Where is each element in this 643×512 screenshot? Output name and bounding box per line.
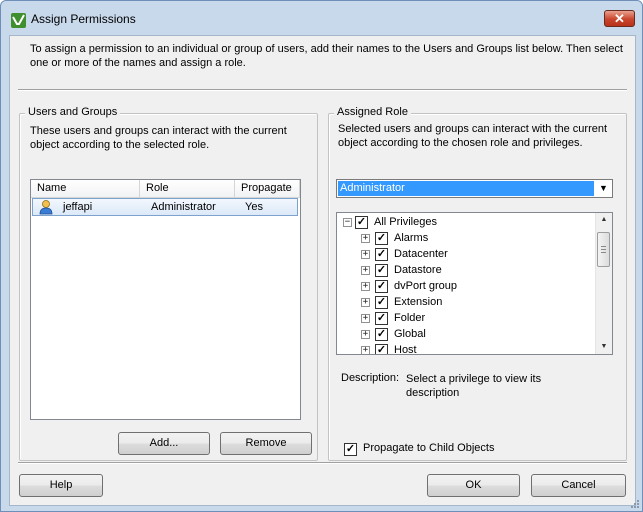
expand-icon[interactable]: + [361, 313, 370, 323]
close-button[interactable]: ✕ [604, 10, 635, 27]
assign-permissions-dialog: Assign Permissions ✕ To assign a permiss… [0, 0, 643, 512]
resize-grip-icon[interactable] [630, 499, 640, 509]
tree-node-all-privileges[interactable]: − ✓ All Privileges [343, 214, 437, 230]
row-name: jeffapi [63, 201, 93, 213]
tree-node-label: All Privileges [374, 216, 437, 228]
tree-node-label: Alarms [394, 232, 429, 244]
divider [18, 462, 627, 464]
users-groups-group: Users and Groups These users and groups … [19, 106, 318, 461]
propagate-checkbox[interactable]: ✓ [344, 443, 357, 456]
scroll-up-icon[interactable]: ▲ [596, 213, 612, 227]
description-text: Select a privilege to view its descripti… [406, 373, 542, 399]
tree-node-datacenter[interactable]: + ✓ Datacenter [361, 246, 448, 262]
privilege-checkbox[interactable]: ✓ [375, 247, 388, 261]
column-header-name[interactable]: Name [31, 180, 140, 197]
cancel-button[interactable]: Cancel [531, 474, 626, 497]
all-privileges-checkbox[interactable]: ✓ [355, 215, 368, 229]
column-header-propagate[interactable]: Propagate [235, 180, 300, 197]
tree-node-label: Host [394, 344, 417, 355]
expand-icon[interactable]: + [361, 233, 370, 243]
tree-node-datastore[interactable]: + ✓ Datastore [361, 262, 442, 278]
row-propagate: Yes [245, 201, 263, 213]
window-title: Assign Permissions [31, 12, 136, 26]
role-select-value: Administrator [338, 181, 594, 196]
expand-icon[interactable]: + [361, 345, 370, 354]
tree-node-label: Folder [394, 312, 426, 324]
assigned-role-legend: Assigned Role [334, 106, 411, 118]
tree-node-dvport-group[interactable]: + ✓ dvPort group [361, 278, 457, 294]
tree-node-alarms[interactable]: + ✓ Alarms [361, 230, 428, 246]
scroll-thumb[interactable] [597, 232, 610, 267]
propagate-label[interactable]: Propagate to Child Objects [363, 442, 494, 454]
vsphere-app-icon [11, 13, 26, 28]
privileges-tree[interactable]: − ✓ All Privileges + ✓ Alarms + ✓ Datacenter… [336, 212, 613, 355]
users-groups-legend: Users and Groups [25, 106, 121, 118]
row-role: Administrator [151, 201, 216, 213]
users-groups-list[interactable]: Name Role Propagate jeffapi Administrato… [30, 179, 301, 420]
expand-icon[interactable]: + [361, 265, 370, 275]
tree-node-extension[interactable]: + ✓ Extension [361, 294, 442, 310]
chevron-down-icon[interactable]: ▼ [596, 181, 611, 196]
intro-text: To assign a permission to an individual … [30, 43, 623, 69]
help-button[interactable]: Help [19, 474, 103, 497]
collapse-icon[interactable]: − [343, 217, 352, 227]
privilege-checkbox[interactable]: ✓ [375, 343, 388, 354]
remove-button[interactable]: Remove [220, 432, 312, 455]
privilege-checkbox[interactable]: ✓ [375, 231, 388, 245]
grip-line [601, 252, 606, 253]
privilege-checkbox[interactable]: ✓ [375, 263, 388, 277]
tree-node-label: Datacenter [394, 248, 448, 260]
assigned-role-group: Assigned Role Selected users and groups … [328, 106, 627, 461]
tree-node-folder[interactable]: + ✓ Folder [361, 310, 425, 326]
privilege-checkbox[interactable]: ✓ [375, 279, 388, 293]
privilege-checkbox[interactable]: ✓ [375, 295, 388, 309]
tree-node-label: Global [394, 328, 426, 340]
description-label: Description: [341, 372, 400, 384]
role-select[interactable]: Administrator ▼ [336, 179, 613, 198]
add-button[interactable]: Add... [118, 432, 210, 455]
tree-node-global[interactable]: + ✓ Global [361, 326, 426, 342]
users-groups-description: These users and groups can interact with… [30, 125, 287, 151]
divider [18, 89, 627, 91]
scroll-down-icon[interactable]: ▼ [596, 340, 612, 354]
privilege-checkbox[interactable]: ✓ [375, 311, 388, 325]
tree-node-host[interactable]: + ✓ Host [361, 342, 417, 355]
expand-icon[interactable]: + [361, 281, 370, 291]
list-header: Name Role Propagate [31, 180, 300, 198]
expand-icon[interactable]: + [361, 297, 370, 307]
column-header-role[interactable]: Role [140, 180, 235, 197]
expand-icon[interactable]: + [361, 329, 370, 339]
user-icon [39, 200, 53, 215]
dialog-body: To assign a permission to an individual … [9, 35, 636, 506]
privilege-checkbox[interactable]: ✓ [375, 327, 388, 341]
tree-scrollbar[interactable]: ▲ ▼ [595, 213, 612, 354]
tree-node-label: Extension [394, 296, 443, 308]
expand-icon[interactable]: + [361, 249, 370, 259]
grip-line [601, 246, 606, 247]
grip-line [601, 249, 606, 250]
assigned-role-description: Selected users and groups can interact w… [338, 123, 608, 149]
tree-node-label: dvPort group [394, 280, 457, 292]
ok-button[interactable]: OK [427, 474, 520, 497]
tree-node-label: Datastore [394, 264, 442, 276]
close-icon: ✕ [614, 11, 625, 26]
table-row[interactable]: jeffapi Administrator Yes [32, 198, 298, 216]
title-bar[interactable]: Assign Permissions ✕ [1, 1, 642, 37]
